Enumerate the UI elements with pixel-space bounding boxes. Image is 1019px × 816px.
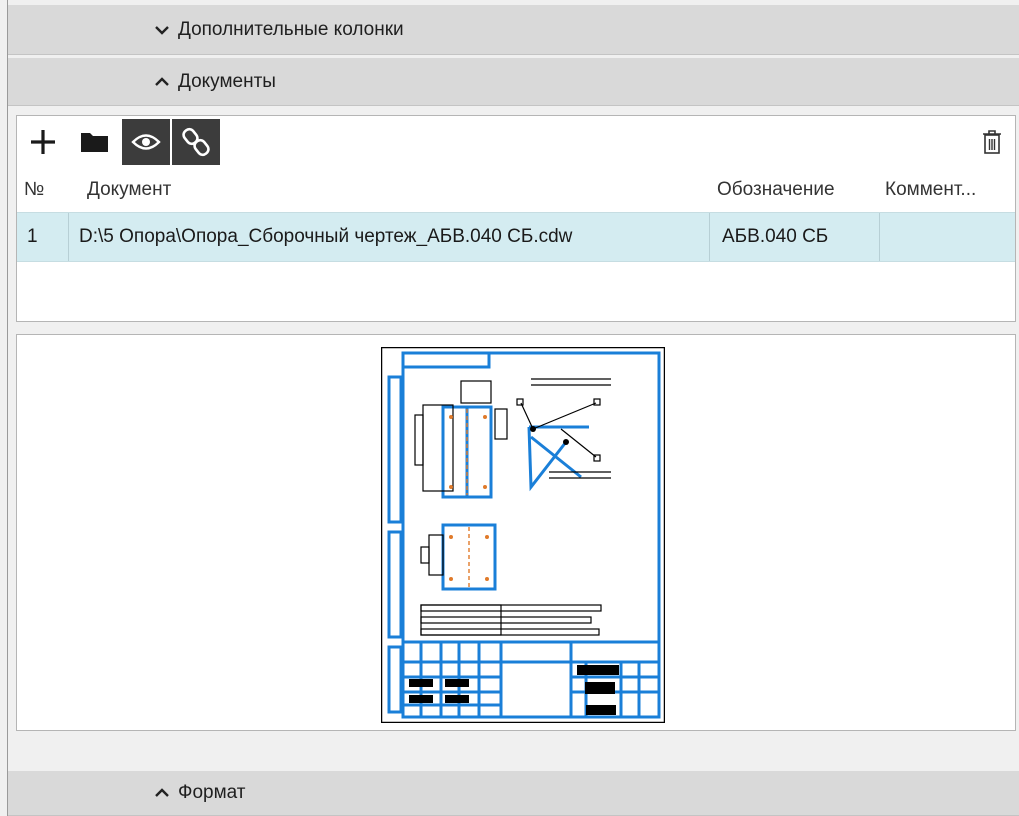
section-header-extra-columns[interactable]: Дополнительные колонки bbox=[8, 5, 1019, 55]
plus-icon bbox=[31, 130, 55, 154]
link-document-button[interactable] bbox=[172, 119, 220, 165]
table-row[interactable]: 1 D:\5 Опора\Опора_Сборочный чертеж_АБВ.… bbox=[17, 212, 1015, 262]
open-folder-button[interactable] bbox=[71, 119, 119, 165]
documents-toolbar bbox=[17, 116, 1015, 168]
documents-grid-header: № Документ Обозначение Коммент... bbox=[17, 168, 1015, 212]
chevron-up-icon bbox=[155, 76, 169, 86]
drawing-thumbnail bbox=[381, 347, 665, 723]
eye-icon bbox=[131, 134, 161, 150]
row-designation: АБВ.040 СБ bbox=[722, 226, 829, 247]
section-title: Документы bbox=[178, 70, 276, 92]
chevron-down-icon bbox=[155, 25, 169, 35]
row-number: 1 bbox=[27, 226, 38, 247]
section-title: Формат bbox=[178, 782, 246, 803]
column-header-comment[interactable]: Коммент... bbox=[885, 179, 976, 201]
document-preview-panel bbox=[16, 334, 1016, 731]
left-panel-edge bbox=[0, 0, 8, 816]
column-header-number[interactable]: № bbox=[24, 179, 44, 201]
documents-panel: № Документ Обозначение Коммент... 1 D:\5… bbox=[16, 115, 1016, 322]
delete-document-button[interactable] bbox=[969, 119, 1015, 165]
folder-icon bbox=[81, 133, 108, 152]
section-title: Дополнительные колонки bbox=[178, 18, 404, 40]
chain-link-icon bbox=[182, 127, 210, 157]
add-document-button[interactable] bbox=[19, 119, 67, 165]
column-header-designation[interactable]: Обозначение bbox=[717, 179, 835, 201]
section-header-format[interactable]: Формат bbox=[8, 771, 1019, 816]
row-document-path: D:\5 Опора\Опора_Сборочный чертеж_АБВ.04… bbox=[79, 226, 573, 247]
trash-icon bbox=[983, 130, 1001, 154]
column-header-document[interactable]: Документ bbox=[87, 179, 171, 201]
section-header-documents[interactable]: Документы bbox=[8, 58, 1019, 106]
preview-toggle-button[interactable] bbox=[122, 119, 170, 165]
chevron-up-icon bbox=[155, 788, 169, 797]
